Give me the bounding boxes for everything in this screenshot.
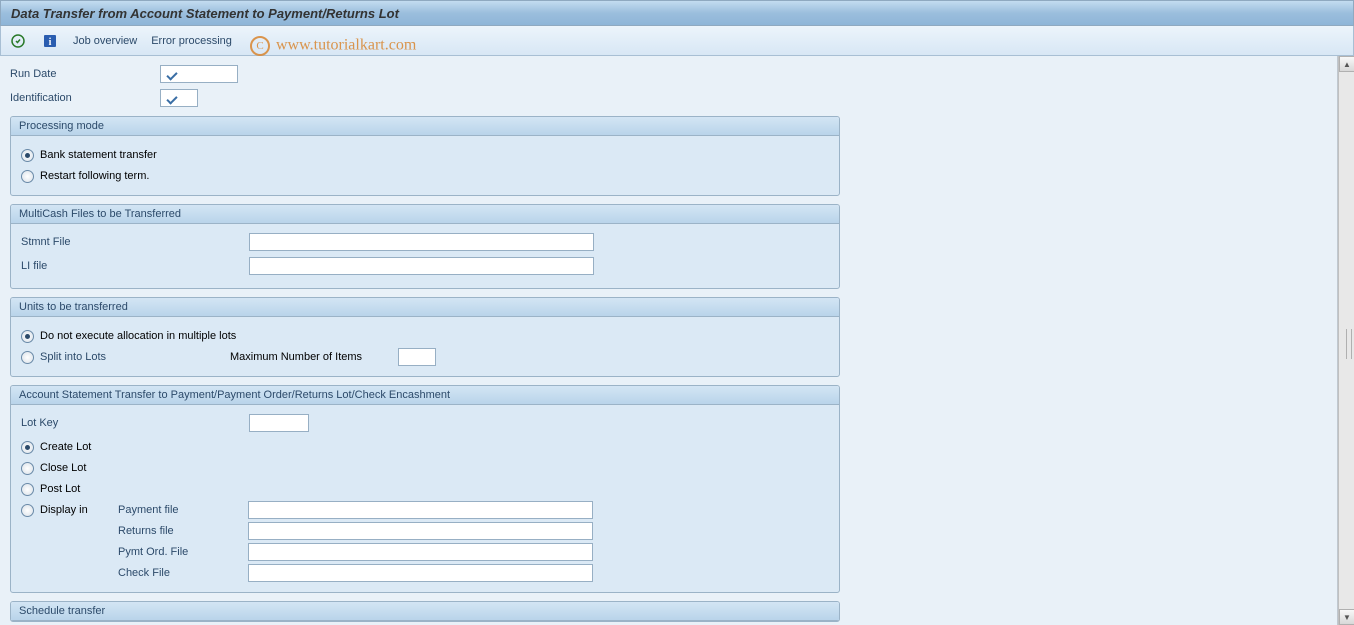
scroll-down-icon[interactable]: ▼ <box>1339 609 1354 625</box>
account-transfer-group: Account Statement Transfer to Payment/Pa… <box>10 385 840 593</box>
do-not-execute-radio[interactable] <box>21 330 34 343</box>
payment-file-input[interactable] <box>248 501 593 519</box>
multicash-files-header: MultiCash Files to be Transferred <box>11 205 839 224</box>
identification-label: Identification <box>10 92 160 104</box>
title-bar: Data Transfer from Account Statement to … <box>0 0 1354 26</box>
max-items-label: Maximum Number of Items <box>230 351 398 363</box>
display-in-label: Display in <box>40 504 118 516</box>
stmnt-file-input[interactable] <box>249 233 594 251</box>
scroll-up-icon[interactable]: ▲ <box>1339 56 1354 72</box>
max-items-input[interactable] <box>398 348 436 366</box>
content-area: Run Date Identification Processing mode … <box>0 56 1338 625</box>
create-lot-radio[interactable] <box>21 441 34 454</box>
restart-following-term-radio[interactable] <box>21 170 34 183</box>
info-icon[interactable]: i <box>41 32 59 50</box>
pymt-ord-file-label: Pymt Ord. File <box>118 546 248 558</box>
svg-text:i: i <box>49 37 52 48</box>
units-group: Units to be transferred Do not execute a… <box>10 297 840 377</box>
schedule-transfer-header: Schedule transfer <box>11 602 839 621</box>
schedule-transfer-group: Schedule transfer <box>10 601 840 622</box>
restart-following-term-label: Restart following term. <box>40 170 149 182</box>
do-not-execute-label: Do not execute allocation in multiple lo… <box>40 330 236 342</box>
processing-mode-header: Processing mode <box>11 117 839 136</box>
lot-key-label: Lot Key <box>21 417 249 429</box>
pymt-ord-file-input[interactable] <box>248 543 593 561</box>
processing-mode-group: Processing mode Bank statement transfer … <box>10 116 840 196</box>
page-title: Data Transfer from Account Statement to … <box>11 6 399 21</box>
bank-statement-transfer-radio[interactable] <box>21 149 34 162</box>
returns-file-input[interactable] <box>248 522 593 540</box>
toolbar: i Job overview Error processing <box>0 26 1354 56</box>
scroll-grip-icon[interactable] <box>1346 329 1352 359</box>
create-lot-label: Create Lot <box>40 441 91 453</box>
split-into-lots-label: Split into Lots <box>40 351 230 363</box>
job-overview-button[interactable]: Job overview <box>73 35 137 47</box>
lot-key-input[interactable] <box>249 414 309 432</box>
returns-file-label: Returns file <box>118 525 248 537</box>
check-file-label: Check File <box>118 567 248 579</box>
li-file-input[interactable] <box>249 257 594 275</box>
split-into-lots-radio[interactable] <box>21 351 34 364</box>
vertical-scrollbar[interactable]: ▲ ▼ <box>1338 56 1354 625</box>
required-icon <box>165 92 177 104</box>
run-date-label: Run Date <box>10 68 160 80</box>
display-in-radio[interactable] <box>21 504 34 517</box>
li-file-label: LI file <box>21 260 249 272</box>
post-lot-label: Post Lot <box>40 483 80 495</box>
required-icon <box>165 68 177 80</box>
account-transfer-header: Account Statement Transfer to Payment/Pa… <box>11 386 839 405</box>
bank-statement-transfer-label: Bank statement transfer <box>40 149 157 161</box>
execute-icon[interactable] <box>9 32 27 50</box>
units-header: Units to be transferred <box>11 298 839 317</box>
post-lot-radio[interactable] <box>21 483 34 496</box>
multicash-files-group: MultiCash Files to be Transferred Stmnt … <box>10 204 840 289</box>
payment-file-label: Payment file <box>118 504 248 516</box>
close-lot-label: Close Lot <box>40 462 86 474</box>
check-file-input[interactable] <box>248 564 593 582</box>
close-lot-radio[interactable] <box>21 462 34 475</box>
stmnt-file-label: Stmnt File <box>21 236 249 248</box>
error-processing-button[interactable]: Error processing <box>151 35 232 47</box>
